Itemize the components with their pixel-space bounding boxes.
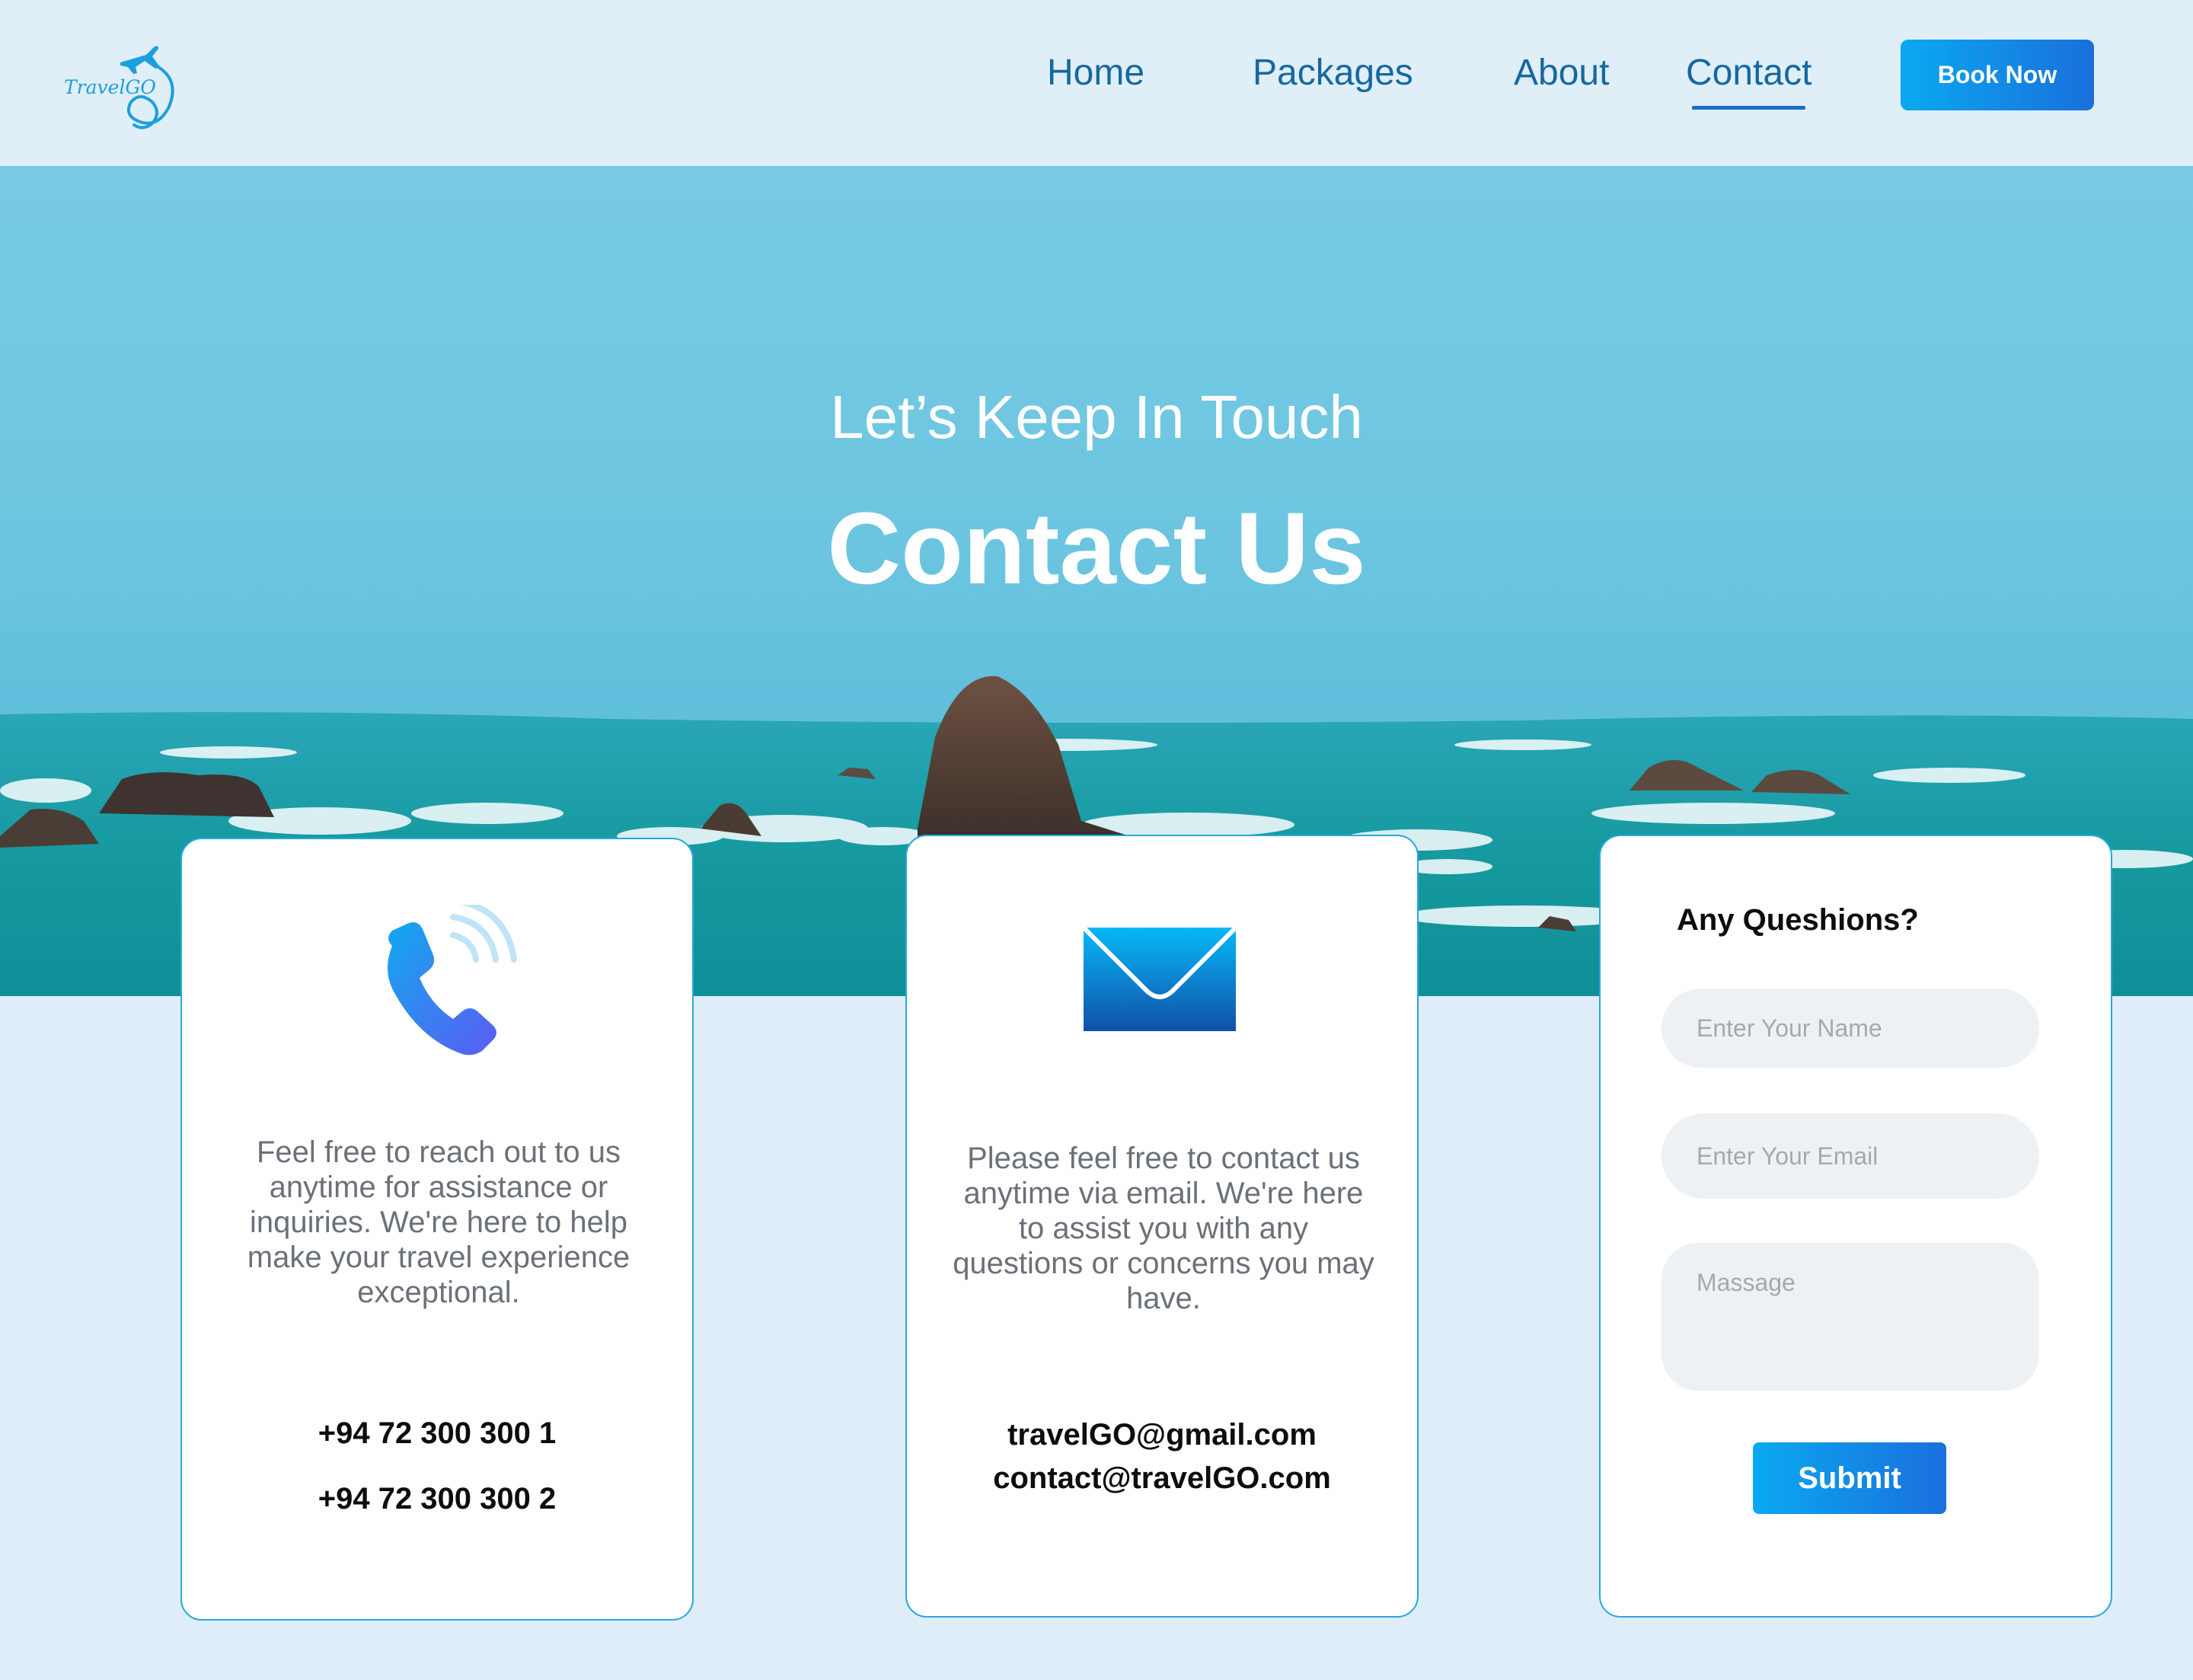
phone-icon [388,905,517,1056]
book-now-button[interactable]: Book Now [1901,40,2094,110]
message-textarea[interactable] [1662,1243,2039,1391]
phone-number-2[interactable]: +94 72 300 300 2 [182,1477,692,1520]
logo-text: TravelGO [64,76,156,98]
email-input[interactable] [1662,1113,2039,1199]
phone-number-1[interactable]: +94 72 300 300 1 [182,1412,692,1455]
email-card: Please feel free to contact us anytime v… [905,835,1419,1618]
email-card-text: Please feel free to contact us anytime v… [953,1142,1374,1315]
navbar: TravelGO Home Packages About Contact Boo… [0,0,2193,166]
envelope-icon [1082,926,1237,1031]
phone-card: Feel free to reach out to us anytime for… [180,838,694,1621]
phone-card-text: Feel free to reach out to us anytime for… [247,1135,630,1309]
name-input[interactable] [1662,989,2039,1068]
contact-form-card: Any Queshions? Submit [1599,835,2112,1618]
nav-contact[interactable]: Contact [1686,47,1812,110]
email-address-1[interactable]: travelGO@gmail.com [907,1413,1417,1456]
nav-home[interactable]: Home [1047,47,1144,99]
submit-button[interactable]: Submit [1753,1442,1946,1514]
hero-subtitle: Let’s Keep In Touch [830,383,1363,451]
travelgo-logo[interactable]: TravelGO [61,37,190,136]
nav-about[interactable]: About [1514,47,1609,99]
form-heading: Any Queshions? [1677,903,1919,937]
hero-title: Contact Us [827,492,1366,605]
email-address-2[interactable]: contact@travelGO.com [907,1457,1417,1500]
nav-packages[interactable]: Packages [1253,47,1413,99]
